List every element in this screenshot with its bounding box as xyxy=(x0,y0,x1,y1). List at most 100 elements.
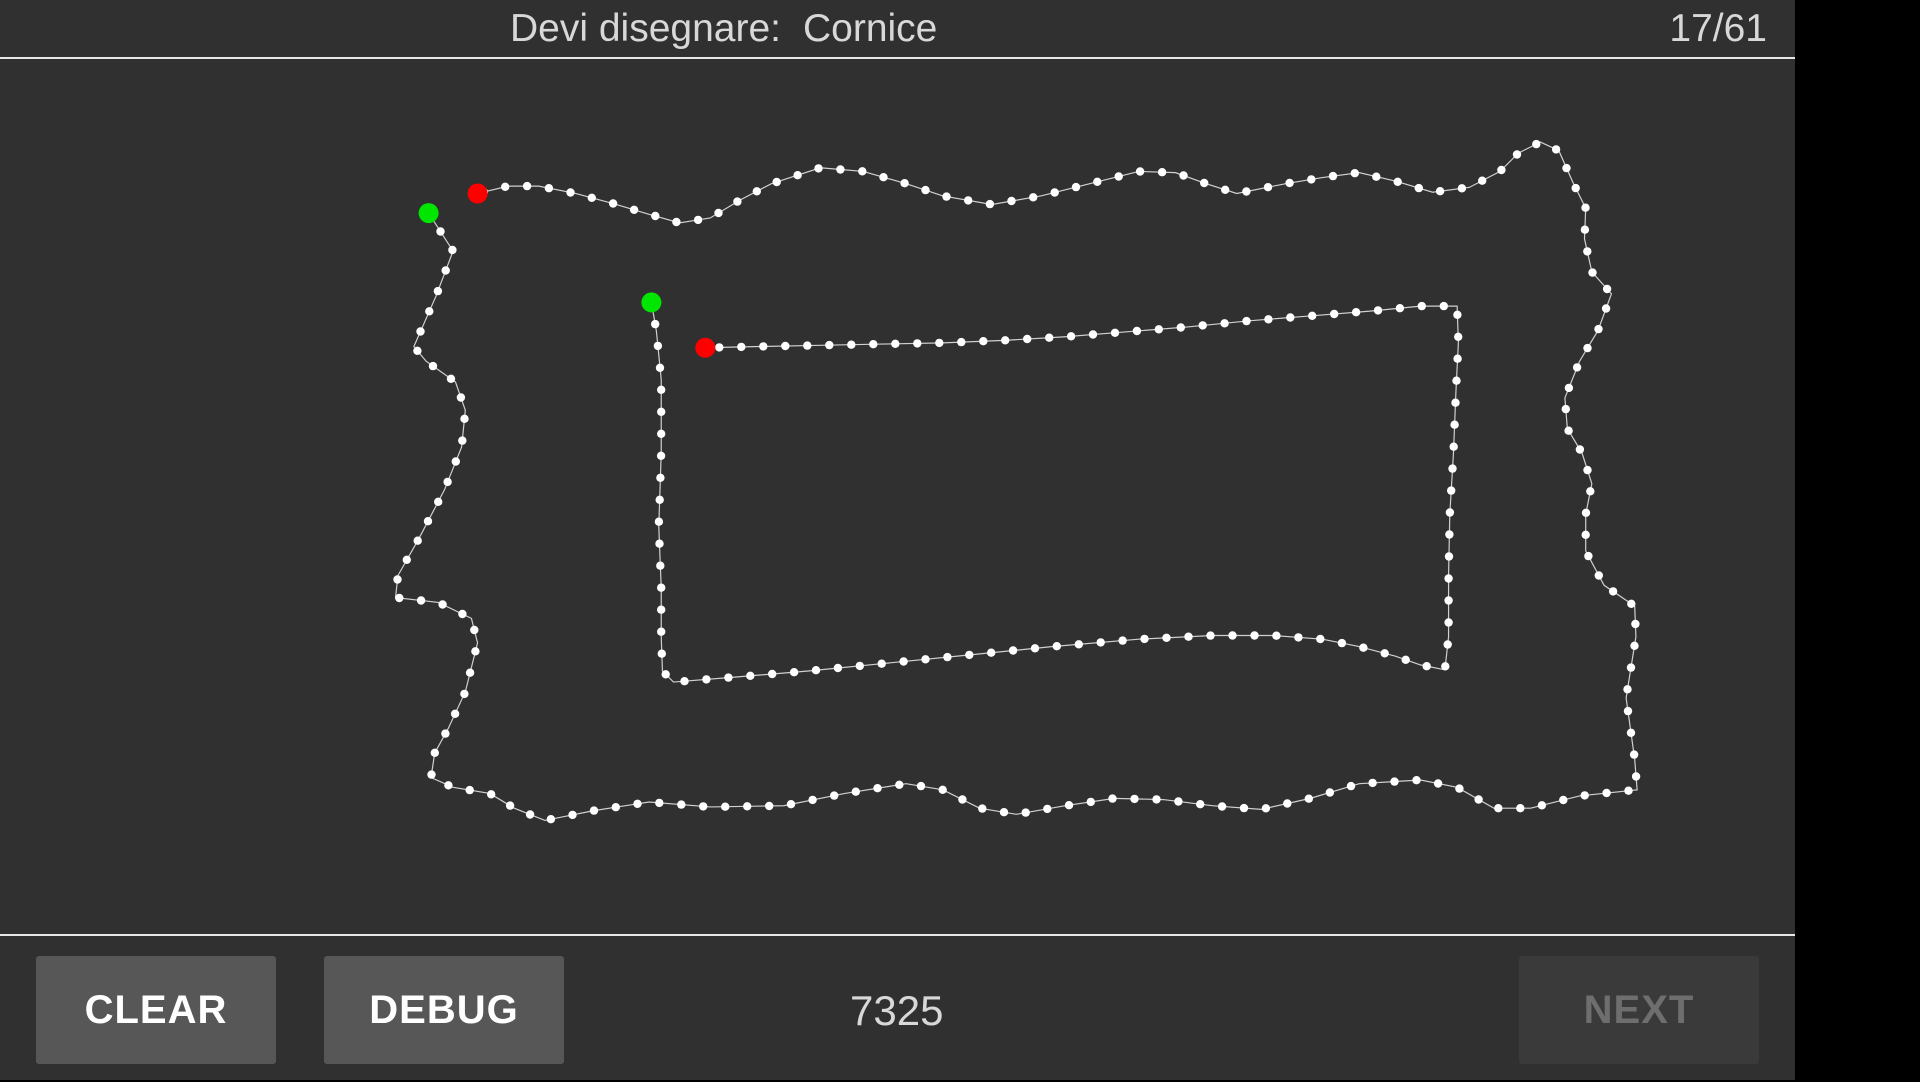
outer-stroke-point xyxy=(1221,185,1230,194)
inner-stroke-point xyxy=(1001,336,1010,345)
outer-stroke-point xyxy=(916,781,926,791)
inner-stroke-point xyxy=(891,339,900,348)
inner-stroke-point xyxy=(1030,644,1040,653)
outer-stroke-point xyxy=(721,802,730,811)
prompt-label: Devi disegnare: xyxy=(510,7,781,50)
outer-stroke-point xyxy=(1433,779,1443,788)
outer-stroke-point xyxy=(465,668,475,677)
clear-button[interactable]: CLEAR xyxy=(36,956,276,1064)
debug-button[interactable]: DEBUG xyxy=(324,956,564,1064)
outer-stroke-line xyxy=(394,141,1638,822)
outer-stroke-point xyxy=(458,609,467,619)
outer-stroke-point xyxy=(1435,187,1445,196)
outer-stroke-point xyxy=(446,374,456,383)
inner-stroke-point xyxy=(1453,354,1462,363)
inner-stroke-point xyxy=(1373,306,1383,315)
outer-stroke-point xyxy=(505,801,515,810)
outer-stroke-point xyxy=(1564,383,1574,393)
inner-stroke-point xyxy=(746,671,755,680)
drawing-canvas[interactable] xyxy=(0,59,1795,934)
inner-stroke-point xyxy=(899,657,908,666)
next-button[interactable]: NEXT xyxy=(1519,956,1759,1064)
outer-stroke-point xyxy=(395,593,404,603)
inner-stroke-point xyxy=(1228,631,1237,640)
outer-stroke-point xyxy=(1601,304,1611,313)
outer-stroke-point xyxy=(978,804,987,813)
outer-stroke-point xyxy=(743,802,752,811)
outer-stroke-point xyxy=(1583,343,1592,353)
inner-stroke-point xyxy=(1045,333,1054,342)
inner-stroke-point xyxy=(1417,301,1427,311)
inner-stroke-point xyxy=(1453,310,1462,319)
outer-stroke-point xyxy=(1575,445,1585,454)
outer-stroke-point xyxy=(1157,168,1167,177)
outer-stroke-point xyxy=(416,327,425,336)
outer-stroke-point xyxy=(1064,801,1074,810)
inner-stroke-point xyxy=(877,659,886,668)
inner-stroke-point xyxy=(1445,508,1455,517)
outer-stroke-point xyxy=(566,188,575,197)
inner-stroke-point xyxy=(803,341,812,350)
outer-stroke-point xyxy=(1242,187,1251,196)
inner-stroke-point xyxy=(1359,643,1368,652)
outer-stroke-point xyxy=(438,600,447,609)
inner-stroke-point xyxy=(656,451,666,460)
outer-stroke-point xyxy=(451,457,460,466)
inner-stroke-point xyxy=(702,675,711,684)
outer-stroke-point xyxy=(836,165,845,174)
outer-stroke-point xyxy=(733,197,742,206)
inner-stroke-point xyxy=(825,340,834,350)
outer-stroke-point xyxy=(413,346,422,355)
outer-stroke-point xyxy=(1179,171,1188,180)
outer-stroke-point xyxy=(1580,225,1590,234)
outer-stroke-point xyxy=(1217,802,1227,811)
outer-stroke-point xyxy=(985,199,995,209)
progress-counter: 17/61 xyxy=(1669,7,1767,50)
outer-stroke-point xyxy=(1626,663,1636,672)
outer-stroke-point xyxy=(1581,508,1591,517)
outer-stroke-point xyxy=(470,625,479,635)
outer-stroke-point xyxy=(1583,247,1592,256)
inner-stroke-point xyxy=(1337,638,1347,648)
outer-stroke-point xyxy=(1626,728,1636,737)
outer-stroke-point xyxy=(1372,172,1381,181)
outer-stroke-point xyxy=(1346,781,1356,791)
inner-stroke-point xyxy=(655,539,664,548)
inner-stroke-point xyxy=(1330,309,1339,319)
outer-stroke-point xyxy=(1152,795,1161,804)
outer-stroke-point xyxy=(1572,363,1582,372)
outer-stroke-point xyxy=(1588,268,1597,277)
outer-stroke-point xyxy=(1050,188,1059,197)
outer-stroke-point xyxy=(1196,800,1205,809)
inner-stroke-point xyxy=(1118,636,1127,645)
outer-stroke-point xyxy=(900,179,909,188)
outer-stroke-point xyxy=(1494,804,1503,813)
inner-stroke-point xyxy=(987,648,996,657)
inner-stroke-point xyxy=(657,605,666,614)
outer-stroke-point xyxy=(808,795,817,805)
outer-stroke-point xyxy=(1561,404,1571,414)
outer-stroke-point xyxy=(611,803,620,812)
inner-stroke-point xyxy=(1395,304,1405,313)
outer-stroke-point xyxy=(873,784,882,793)
outer-stroke-point xyxy=(544,184,554,193)
inner-stroke-point xyxy=(1444,618,1453,627)
outer-stroke-point xyxy=(1516,804,1525,813)
outer-stroke-point xyxy=(1007,196,1016,206)
outer-stroke-point xyxy=(699,802,708,811)
outer-stroke-point xyxy=(1263,183,1273,192)
inner-stroke-point xyxy=(657,429,666,438)
inner-stroke-point xyxy=(913,339,922,348)
outer-stroke-point xyxy=(1586,487,1595,496)
inner-stroke-point xyxy=(1449,442,1458,451)
outer-stroke-point xyxy=(752,187,761,196)
inner-stroke-point xyxy=(724,673,733,682)
outer-stroke-point xyxy=(938,785,947,794)
inner-stroke-point xyxy=(654,517,664,526)
outer-stroke-point xyxy=(786,800,796,809)
outer-stroke-point xyxy=(1021,808,1030,817)
inner-stroke-point xyxy=(1401,655,1410,664)
outer-stroke-point xyxy=(814,164,823,173)
outer-stroke-point xyxy=(1627,599,1636,608)
inner-stroke-point xyxy=(1439,301,1449,311)
